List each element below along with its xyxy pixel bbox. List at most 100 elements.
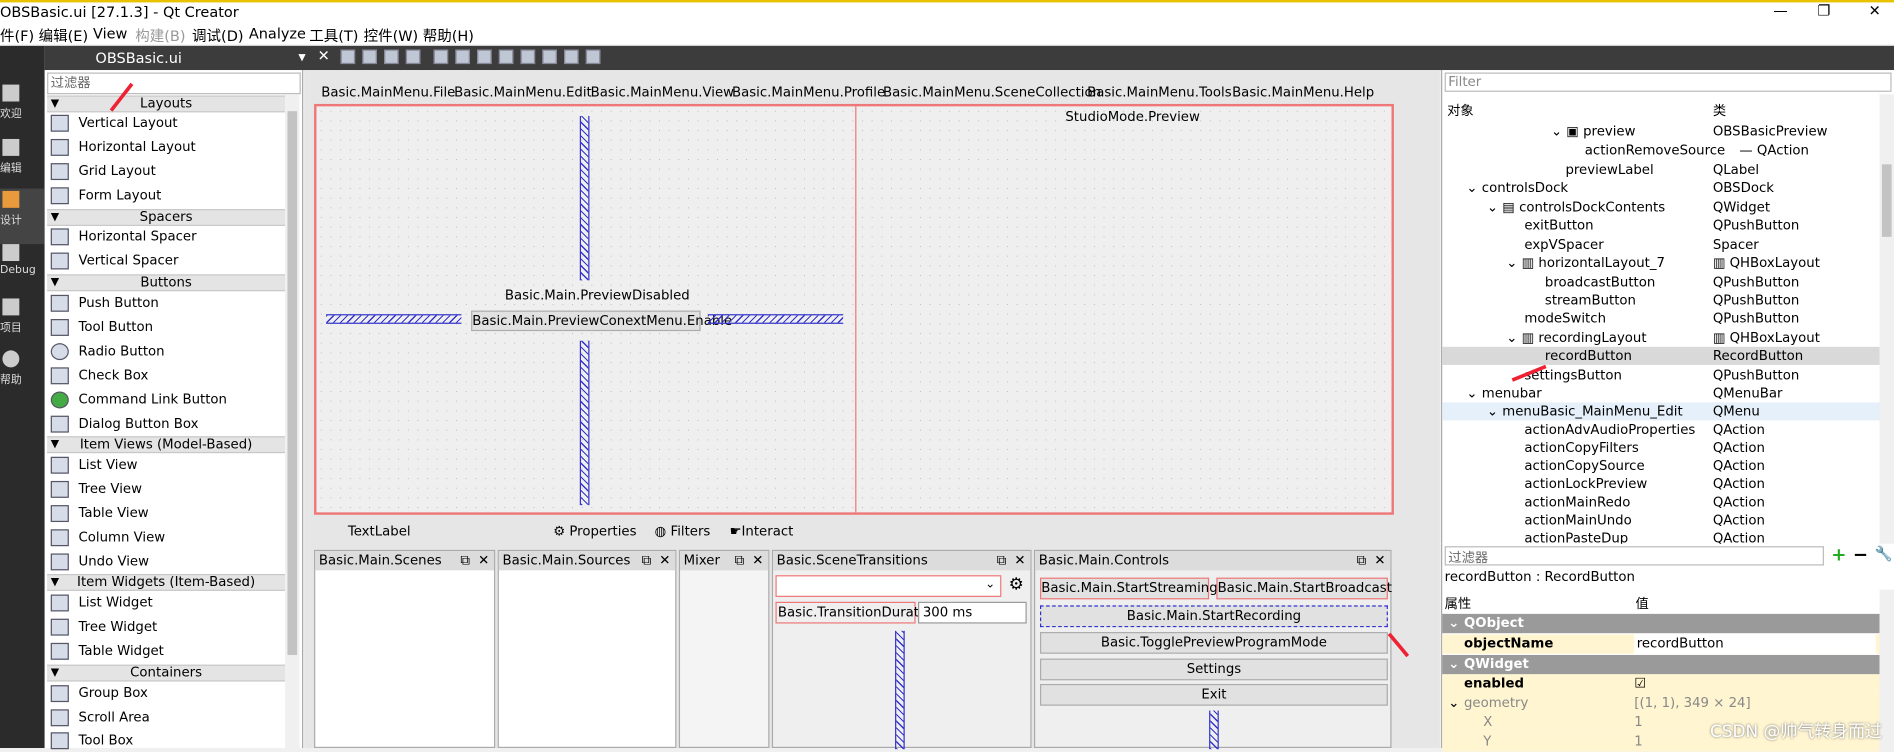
layout-vertical-icon[interactable] (455, 49, 470, 65)
widget-check-box[interactable]: Check Box (50, 365, 280, 387)
tree-row[interactable]: ⌄ menubar QMenuBar (1442, 384, 1879, 402)
tree-row[interactable]: broadcastButton QPushButton (1442, 273, 1879, 291)
tree-row[interactable]: actionCopySource QAction (1442, 457, 1879, 475)
property-group-qobject[interactable]: ⌄ QObject (1442, 613, 1880, 634)
float-icon[interactable]: ⧉ (1357, 551, 1366, 570)
widget-vertical-layout[interactable]: Vertical Layout (50, 112, 280, 134)
widget-vertical-spacer[interactable]: Vertical Spacer (50, 250, 280, 272)
mode-debug[interactable]: Debug (0, 242, 45, 298)
widget-horizontal-layout[interactable]: Horizontal Layout (50, 137, 280, 159)
mode-projects[interactable]: 项目 (0, 296, 45, 352)
properties-button[interactable]: ⚙ Properties (553, 523, 636, 539)
tree-row[interactable]: ⌄ menuBasic_MainMenu_Edit QMenu (1442, 402, 1880, 421)
form-menu-tools[interactable]: Basic.MainMenu.Tools (1087, 85, 1232, 101)
layout-form-icon[interactable] (520, 49, 536, 65)
close-file-icon[interactable]: ✕ (318, 47, 330, 64)
tree-row-selected[interactable]: recordButton RecordButton (1442, 346, 1880, 365)
transition-select[interactable]: ⌄ (775, 575, 1002, 597)
scrollbar-thumb[interactable] (1881, 164, 1892, 237)
menu-help[interactable]: 帮助(H) (423, 25, 474, 46)
layout-v-splitter-icon[interactable] (498, 49, 514, 65)
break-layout-icon[interactable] (564, 49, 579, 65)
interact-button[interactable]: ☛Interact (730, 523, 794, 539)
mode-help[interactable]: 帮助 (0, 348, 45, 404)
form-menu-view[interactable]: Basic.MainMenu.View (591, 85, 734, 101)
form-editor-canvas[interactable]: Basic.MainMenu.File Basic.MainMenu.Edit … (304, 70, 1440, 750)
maximize-button[interactable]: ❐ (1812, 2, 1836, 21)
close-icon[interactable]: ✕ (478, 551, 489, 570)
edit-widgets-icon[interactable] (340, 49, 356, 65)
edit-signals-icon[interactable] (362, 49, 377, 65)
property-column-header[interactable]: 属性 (1445, 593, 1472, 612)
menu-build[interactable]: 构建(B) (135, 25, 185, 46)
form-menu-scene-collection[interactable]: Basic.MainMenu.SceneCollection (883, 85, 1101, 101)
exit-button[interactable]: Exit (1040, 683, 1388, 706)
close-icon[interactable]: ✕ (1374, 551, 1385, 570)
central-widget[interactable]: StudioMode.Preview Basic.Main.PreviewDis… (314, 103, 1394, 515)
class-column-header[interactable]: 类 (1713, 100, 1726, 119)
enabled-checkbox[interactable]: ☑ (1634, 674, 1646, 693)
menu-view[interactable]: View (93, 25, 127, 42)
layout-horizontal-icon[interactable] (433, 49, 449, 65)
horizontal-spacer-left[interactable] (326, 314, 462, 324)
edit-buddies-icon[interactable] (384, 49, 399, 65)
form-menu-edit[interactable]: Basic.MainMenu.Edit (454, 85, 592, 101)
close-icon[interactable]: ✕ (752, 551, 763, 570)
widget-table-widget[interactable]: Table Widget (50, 640, 280, 662)
layout-h-splitter-icon[interactable] (477, 49, 492, 65)
vertical-spacer-bottom[interactable] (579, 340, 590, 506)
preview-menu-enable-button[interactable]: Basic.Main.PreviewConextMenu.Enable (471, 310, 732, 332)
tree-row[interactable]: ⌄ ▤ controlsDockContents QWidget (1442, 198, 1879, 216)
widget-undo-view[interactable]: Undo View (50, 551, 280, 573)
tree-row[interactable]: actionMainRedo QAction (1442, 493, 1879, 511)
open-file-selector[interactable]: OBSBasic.ui (95, 50, 181, 67)
widget-form-layout[interactable]: Form Layout (50, 185, 280, 207)
adjust-size-icon[interactable] (585, 49, 601, 65)
widget-table-view[interactable]: Table View (50, 503, 280, 525)
menu-controls[interactable]: 控件(W) (364, 25, 419, 46)
close-button[interactable]: ✕ (1863, 2, 1887, 21)
duration-spinbox[interactable]: 300 ms (918, 601, 1027, 624)
object-filter-input[interactable]: Filter (1444, 72, 1892, 92)
start-broadcast-button[interactable]: Basic.Main.StartBroadcast (1216, 577, 1392, 600)
widget-column-view[interactable]: Column View (50, 527, 280, 549)
sources-dock[interactable]: Basic.Main.Sources ⧉ ✕ (497, 549, 677, 748)
widget-horizontal-spacer[interactable]: Horizontal Spacer (50, 226, 280, 248)
widget-filter-input[interactable]: 过滤器 (47, 72, 301, 95)
scrollbar-thumb[interactable] (287, 111, 298, 655)
object-scrollbar[interactable] (1879, 94, 1894, 544)
widget-group-box[interactable]: Group Box (50, 683, 280, 705)
gear-icon[interactable]: ⚙ (1009, 575, 1024, 594)
object-column-header[interactable]: 对象 (1447, 100, 1474, 119)
widget-push-button[interactable]: Push Button (50, 292, 280, 314)
scenes-dock[interactable]: Basic.Main.Scenes ⧉ ✕ (314, 549, 496, 748)
property-filter-input[interactable]: 过滤器 (1444, 546, 1824, 566)
form-menu-help[interactable]: Basic.MainMenu.Help (1232, 85, 1374, 101)
widgetbox-scrollbar[interactable] (285, 94, 300, 748)
category-item-widgets[interactable]: ▼ Item Widgets (Item-Based) (47, 573, 286, 591)
tree-row[interactable]: ⌄ ▥ recordingLayout ▥ QHBoxLayout (1442, 329, 1879, 347)
tree-row[interactable]: ⌄ ▥ horizontalLayout_7 ▥ QHBoxLayout (1442, 254, 1879, 272)
widget-list-view[interactable]: List View (50, 454, 280, 476)
tree-row[interactable]: exitButton QPushButton (1442, 216, 1879, 234)
start-streaming-button[interactable]: Basic.Main.StartStreaming (1040, 577, 1218, 600)
controls-vertical-spacer[interactable] (1209, 710, 1219, 750)
category-containers[interactable]: ▼ Containers (47, 664, 286, 682)
tree-row[interactable]: previewLabel QLabel (1442, 161, 1879, 179)
widget-grid-layout[interactable]: Grid Layout (50, 161, 280, 183)
float-icon[interactable]: ⧉ (997, 551, 1006, 570)
widget-tree-view[interactable]: Tree View (50, 479, 280, 501)
menu-tools[interactable]: 工具(T) (309, 25, 358, 46)
edit-tab-order-icon[interactable] (405, 49, 421, 65)
property-row-enabled[interactable]: enabled ☑ (1442, 674, 1880, 694)
wrench-icon[interactable]: 🔧 (1875, 545, 1893, 562)
property-group-qwidget[interactable]: ⌄ QWidget (1442, 654, 1880, 675)
tree-row[interactable]: actionRemoveSource — QAction (1442, 141, 1879, 159)
widget-tree-widget[interactable]: Tree Widget (50, 616, 280, 638)
tree-row[interactable]: ⌄ controlsDock OBSDock (1442, 179, 1879, 197)
property-row-geometry[interactable]: ⌄ geometry [(1, 1), 349 × 24] (1442, 693, 1880, 713)
form-menu-file[interactable]: Basic.MainMenu.File (321, 85, 455, 101)
category-item-views[interactable]: ▼ Item Views (Model-Based) (47, 436, 286, 454)
start-recording-button[interactable]: Basic.Main.StartRecording (1040, 605, 1388, 628)
menu-edit[interactable]: 编辑(E) (39, 25, 88, 46)
